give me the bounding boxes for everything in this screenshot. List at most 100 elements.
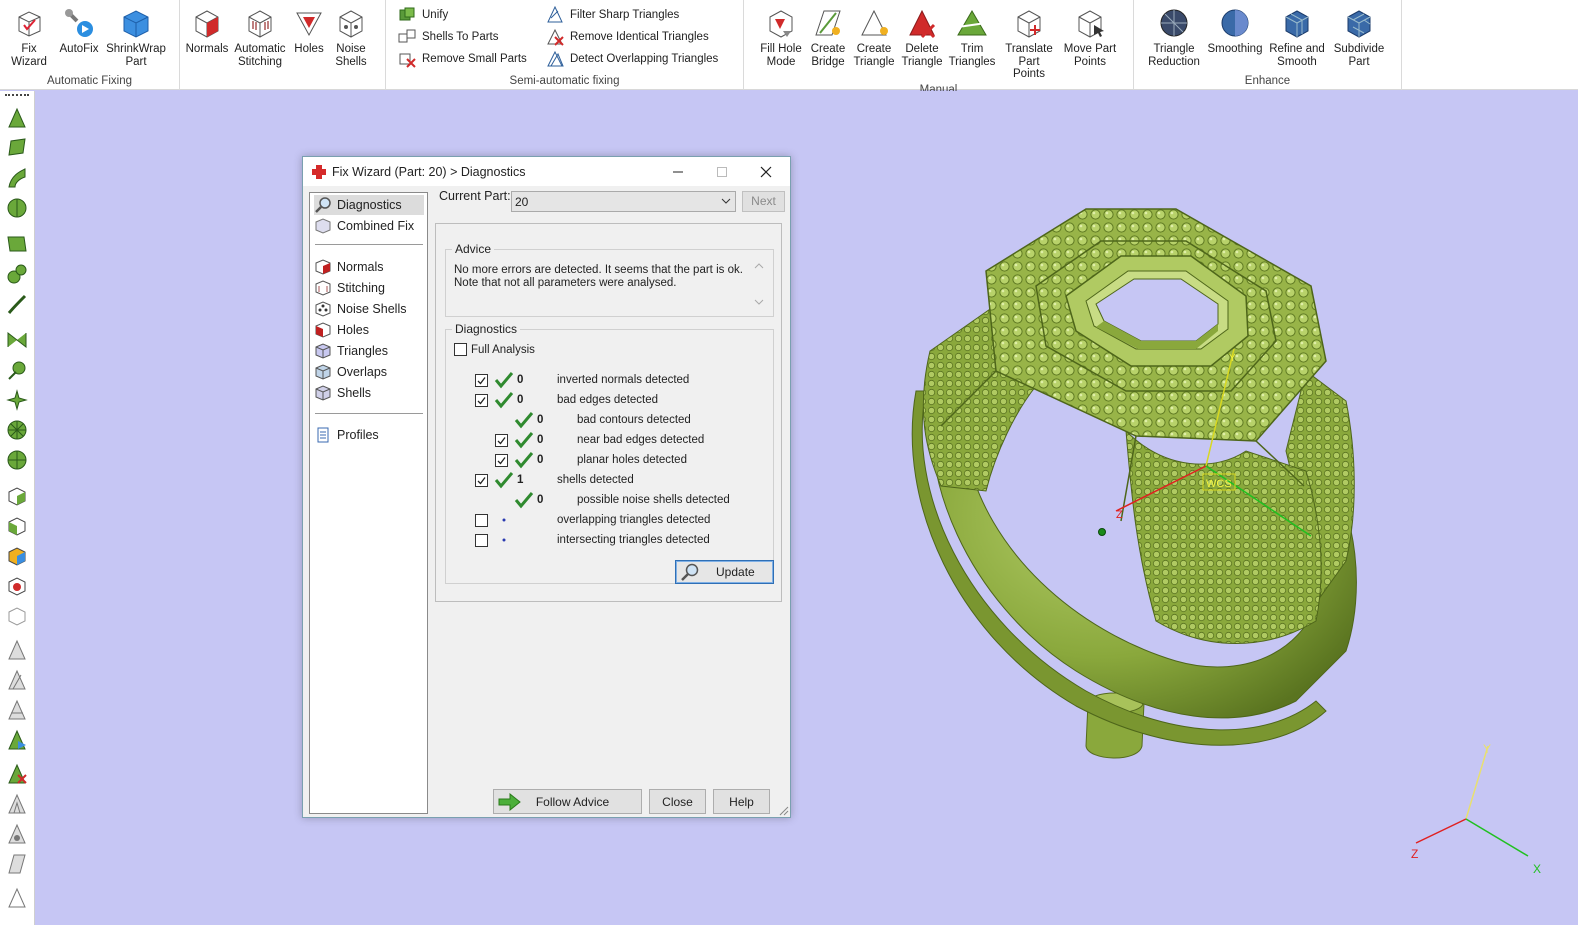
automatic-stitching-button[interactable]: Automatic Stitching: [231, 4, 289, 74]
select-lasso-tool[interactable]: [4, 357, 30, 383]
refine-and-smooth-label-2: Smooth: [1277, 55, 1317, 68]
dialog-titlebar[interactable]: Fix Wizard (Part: 20) > Diagnostics: [303, 157, 790, 186]
delete-triangle-button[interactable]: Delete Triangle: [898, 4, 946, 83]
resize-grip-icon[interactable]: [779, 806, 789, 816]
next-button[interactable]: Next: [742, 191, 785, 212]
create-triangle-button[interactable]: Create Triangle: [850, 4, 898, 83]
select-cylinder-tool[interactable]: [4, 261, 30, 287]
view-cube-2-icon: [8, 517, 26, 536]
triangle-delete-icon: [8, 763, 27, 784]
shells-to-parts-button[interactable]: Shells To Parts: [397, 26, 533, 48]
wcs-label: WCS: [1206, 478, 1232, 490]
triangle-tool-4[interactable]: [4, 727, 30, 753]
shrinkwrap-part-button[interactable]: ShrinkWrap Part: [103, 4, 169, 74]
minimize-button[interactable]: [656, 157, 700, 186]
diag-row-planar-holes: 0 planar holes detected: [495, 451, 687, 469]
refine-and-smooth-button[interactable]: Refine and Smooth: [1266, 4, 1328, 74]
triangle-tool-3[interactable]: [4, 697, 30, 723]
checkbox-checked[interactable]: [495, 453, 508, 467]
translate-part-points-button[interactable]: Translate Part Points: [998, 4, 1060, 83]
view-cube-1-tool[interactable]: [4, 483, 30, 509]
checkbox-checked[interactable]: [475, 473, 488, 487]
nav-item-profiles[interactable]: Profiles: [314, 425, 379, 445]
select-plane-tool[interactable]: [4, 231, 30, 257]
nav-item-triangles[interactable]: Triangles: [314, 341, 388, 361]
holes-button[interactable]: Holes: [289, 4, 329, 74]
close-window-button[interactable]: [744, 157, 788, 186]
normals-button[interactable]: Normals: [183, 4, 231, 74]
follow-advice-button[interactable]: Follow Advice: [493, 789, 642, 814]
select-fan-tool[interactable]: [4, 447, 30, 473]
advice-scrollbar[interactable]: [751, 260, 767, 308]
select-wheel-tool[interactable]: [4, 417, 30, 443]
nav-item-noise-shells[interactable]: Noise Shells: [314, 299, 406, 319]
full-analysis-checkbox[interactable]: [454, 343, 467, 356]
triad-z-label: Z: [1411, 847, 1418, 861]
update-button[interactable]: Update: [675, 560, 774, 584]
select-surface-tool[interactable]: [4, 135, 30, 161]
triangle-tool-2[interactable]: [4, 667, 30, 693]
nav-item-shells[interactable]: Shells: [314, 383, 371, 403]
triangle-tool-8[interactable]: [4, 851, 30, 877]
checkbox-unchecked[interactable]: [475, 513, 488, 527]
view-cube-5-tool[interactable]: [4, 603, 30, 629]
holes-icon: [292, 6, 326, 40]
triangle-tool-9[interactable]: [4, 885, 30, 911]
triangle-tool-6[interactable]: [4, 791, 30, 817]
maximize-button[interactable]: [700, 157, 744, 186]
view-cube-3-tool[interactable]: [4, 543, 30, 569]
checkbox-checked[interactable]: [475, 373, 488, 387]
select-curve-tool[interactable]: [4, 165, 30, 191]
triangle-reduction-button[interactable]: Triangle Reduction: [1144, 4, 1204, 74]
triangle-delete-tool[interactable]: [4, 761, 30, 787]
create-bridge-button[interactable]: Create Bridge: [806, 4, 850, 83]
toolbar-grip[interactable]: [5, 94, 29, 102]
nav-item-diagnostics[interactable]: Diagnostics: [314, 195, 424, 215]
select-cylinder-icon: [7, 264, 27, 284]
view-cube-4-tool[interactable]: [4, 573, 30, 599]
detect-overlapping-triangles-icon: [545, 49, 565, 69]
close-button[interactable]: Close: [649, 789, 706, 814]
current-part-select[interactable]: 20: [511, 191, 736, 212]
combined-fix-icon: [314, 217, 332, 235]
select-brush-tool[interactable]: [4, 291, 30, 317]
detect-overlapping-triangles-button[interactable]: Detect Overlapping Triangles: [545, 48, 733, 70]
nav-item-overlaps[interactable]: Overlaps: [314, 362, 387, 382]
full-analysis-option[interactable]: Full Analysis: [454, 343, 535, 356]
nav-item-holes[interactable]: Holes: [314, 320, 369, 340]
group-label-enhance: Enhance: [1244, 75, 1291, 87]
triangle-tool-1[interactable]: [4, 637, 30, 663]
remove-small-parts-button[interactable]: Remove Small Parts: [397, 48, 533, 70]
checkbox-checked[interactable]: [495, 433, 508, 447]
delete-triangle-icon: [905, 6, 939, 40]
noise-shells-button[interactable]: Noise Shells: [329, 4, 373, 74]
move-part-points-button[interactable]: Move Part Points: [1060, 4, 1120, 83]
nav-item-normals[interactable]: Normals: [314, 257, 384, 277]
fill-hole-mode-button[interactable]: Fill Hole Mode: [756, 4, 806, 83]
filter-sharp-triangles-button[interactable]: Filter Sharp Triangles: [545, 4, 733, 26]
select-sphere-tool[interactable]: [4, 195, 30, 221]
select-plane-icon: [7, 236, 27, 252]
help-button[interactable]: Help: [713, 789, 770, 814]
shells-to-parts-icon: [397, 27, 417, 47]
view-cube-2-tool[interactable]: [4, 513, 30, 539]
nav-item-combined-fix[interactable]: Combined Fix: [314, 216, 414, 236]
smoothing-button[interactable]: Smoothing: [1204, 4, 1266, 74]
ribbon-group-fixing-tools: Normals Automatic Stitching Holes Noise: [180, 0, 386, 90]
checkbox-checked[interactable]: [475, 393, 488, 407]
select-star-tool[interactable]: [4, 387, 30, 413]
checkbox-unchecked[interactable]: [475, 533, 488, 547]
select-box-tool[interactable]: [4, 327, 30, 353]
fix-wizard-icon: [12, 6, 46, 40]
select-triangle-tool[interactable]: [4, 105, 30, 131]
unify-button[interactable]: Unify: [397, 4, 533, 26]
subdivide-part-button[interactable]: Subdivide Part: [1328, 4, 1390, 74]
nav-item-stitching[interactable]: Stitching: [314, 278, 385, 298]
fix-wizard-button[interactable]: Fix Wizard: [3, 4, 55, 74]
remove-identical-triangles-button[interactable]: Remove Identical Triangles: [545, 26, 733, 48]
ring-model[interactable]: WCS Z Y Z Y X: [36, 91, 1578, 925]
triangle-tool-7[interactable]: [4, 821, 30, 847]
3d-viewport[interactable]: WCS Z Y Z Y X: [36, 91, 1578, 925]
trim-triangles-button[interactable]: Trim Triangles: [946, 4, 998, 83]
autofix-button[interactable]: AutoFix: [55, 4, 103, 74]
